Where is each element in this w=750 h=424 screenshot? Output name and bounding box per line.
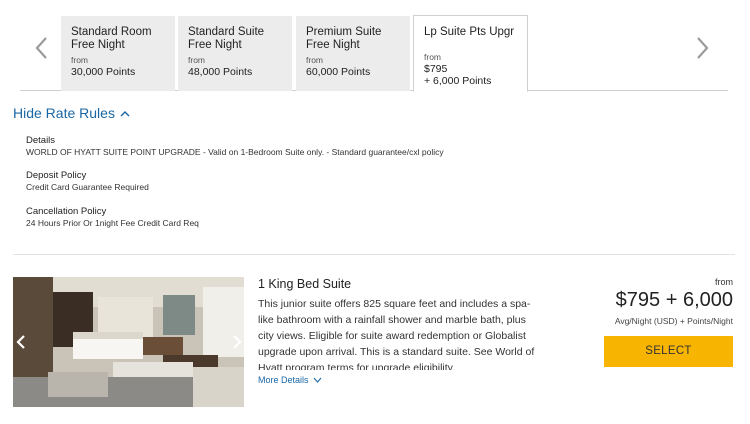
rate-tab-name: Standard Suite Free Night (188, 26, 265, 51)
rate-tab-price: $795 (424, 63, 448, 75)
chevron-left-icon[interactable] (32, 32, 52, 64)
photo-prev-icon[interactable] (15, 334, 27, 350)
room-description: This junior suite offers 825 square feet… (258, 298, 535, 370)
hide-rate-rules-toggle[interactable]: Hide Rate Rules (13, 105, 130, 121)
room-photo-image (13, 277, 244, 407)
rate-tab-from: from (424, 52, 441, 62)
chevron-down-icon (313, 377, 321, 383)
rate-rules-toggle-label: Hide Rate Rules (13, 105, 115, 121)
rate-tab-standard-room[interactable]: Standard Room Free Night from 30,000 Poi… (61, 16, 175, 91)
price-from-label: from (715, 277, 733, 287)
photo-next-icon[interactable] (231, 334, 243, 350)
rate-tab-name: Lp Suite Pts Upgr (424, 26, 515, 38)
chevron-up-icon (120, 110, 130, 116)
rate-tab-price: 48,000 Points (188, 66, 253, 78)
rate-tab-from: from (71, 55, 88, 65)
rate-tab-from: from (306, 55, 323, 65)
chevron-right-icon[interactable] (692, 32, 712, 64)
rate-tab-points: + 6,000 Points (424, 75, 492, 87)
rate-tab-name: Standard Room Free Night (71, 26, 152, 51)
section-divider (13, 254, 735, 255)
more-details-link[interactable]: More Details (258, 375, 322, 385)
rule-deposit-policy: Deposit Policy Credit Card Guarantee Req… (26, 170, 149, 193)
price-unit-label: Avg/Night (USD) + Points/Night (614, 316, 733, 326)
rule-text: Credit Card Guarantee Required (26, 182, 149, 192)
rule-title: Deposit Policy (26, 170, 87, 181)
rule-text: WORLD OF HYATT SUITE POINT UPGRADE - Val… (26, 147, 444, 157)
rate-tab-from: from (188, 55, 205, 65)
rate-tab-premium-suite[interactable]: Premium Suite Free Night from 60,000 Poi… (296, 16, 410, 91)
room-title: 1 King Bed Suite (258, 277, 352, 291)
rate-tab-standard-suite[interactable]: Standard Suite Free Night from 48,000 Po… (178, 16, 292, 91)
rule-text: 24 Hours Prior Or 1night Fee Credit Card… (26, 218, 199, 228)
room-photo[interactable] (13, 277, 244, 407)
rule-details: Details WORLD OF HYATT SUITE POINT UPGRA… (26, 135, 444, 158)
rate-tab-price: 60,000 Points (306, 66, 371, 78)
select-button[interactable]: SELECT (604, 336, 733, 367)
rate-tab-price: 30,000 Points (71, 66, 136, 78)
rate-tab-lp-suite-selected[interactable]: Lp Suite Pts Upgr from $795 + 6,000 Poin… (413, 15, 528, 92)
more-details-label: More Details (258, 375, 309, 385)
room-price: $795 + 6,000 (615, 289, 733, 311)
rate-tab-name: Premium Suite Free Night (306, 26, 382, 51)
rule-title: Cancellation Policy (26, 206, 107, 217)
rule-cancellation-policy: Cancellation Policy 24 Hours Prior Or 1n… (26, 206, 199, 229)
rule-title: Details (26, 135, 56, 146)
